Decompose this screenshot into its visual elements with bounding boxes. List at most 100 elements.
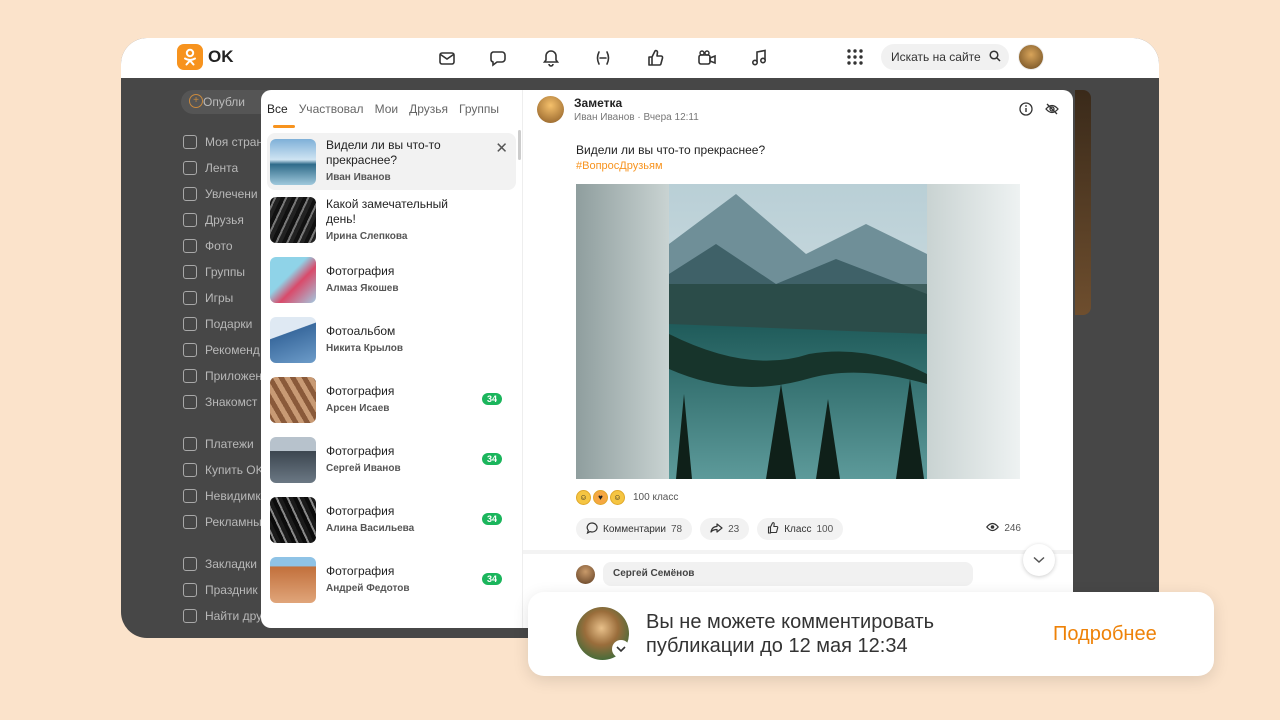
laugh-emoji-icon: ☺: [576, 490, 591, 505]
hide-icon[interactable]: [1045, 102, 1059, 121]
item-thumbnail: [270, 377, 316, 423]
sidebar-item[interactable]: Знакомст: [183, 389, 264, 415]
gifts-icon: [183, 317, 197, 331]
list-item[interactable]: Фотография Алина Васильева 34: [261, 490, 522, 550]
logo-text: OK: [208, 47, 234, 66]
tab-all[interactable]: Все: [261, 90, 295, 130]
comment-item: Сергей Семёнов: [576, 562, 973, 586]
bookmark-icon: [183, 557, 197, 571]
item-author: Ирина Слепкова: [326, 230, 408, 242]
sidebar-item[interactable]: Группы: [183, 259, 264, 285]
find-friends-icon: [183, 609, 197, 623]
discussion-list: Видели ли вы что-то прекраснее? Иван Иван…: [261, 130, 523, 628]
video-icon[interactable]: [695, 46, 719, 70]
sidebar-item[interactable]: Закладки: [183, 551, 264, 577]
tab-groups[interactable]: Группы: [453, 90, 504, 130]
recommend-icon: [183, 343, 197, 357]
sidebar-item[interactable]: Фото: [183, 233, 264, 259]
dating-icon: [183, 395, 197, 409]
list-scrollbar[interactable]: [518, 130, 521, 160]
tab-participated[interactable]: Участвовал: [293, 90, 369, 130]
list-item[interactable]: Фотоальбом Никита Крылов: [261, 310, 522, 370]
share-button[interactable]: 23: [700, 518, 750, 540]
post-author[interactable]: Иван Иванов: [574, 112, 635, 123]
search-input[interactable]: Искать на сайте: [881, 44, 1009, 70]
sidebar-item[interactable]: Невидимк: [183, 483, 264, 509]
discussions-icon[interactable]: [487, 46, 511, 70]
ok-logo[interactable]: OK: [177, 44, 234, 70]
comments-button[interactable]: Комментарии 78: [576, 518, 693, 540]
coin-icon: [183, 463, 197, 477]
post-actions: Комментарии 78 23 Класс 100: [576, 518, 844, 540]
scroll-down-button[interactable]: [1023, 544, 1055, 576]
tab-friends[interactable]: Друзья: [403, 90, 453, 130]
love-emoji-icon: ♥: [593, 490, 608, 505]
item-title: Какой замечательный день!: [326, 196, 448, 226]
sidebar-item[interactable]: Рекламны: [183, 509, 264, 535]
wow-emoji-icon: ☺: [610, 490, 625, 505]
sidebar-item[interactable]: Игры: [183, 285, 264, 311]
item-thumbnail: [270, 317, 316, 363]
sidebar-item[interactable]: Моя стран: [183, 129, 264, 155]
notifications-icon[interactable]: [539, 46, 563, 70]
info-icon[interactable]: [1019, 102, 1033, 121]
commenter-avatar[interactable]: [576, 564, 595, 584]
payments-icon: [183, 437, 197, 451]
apps-grid-icon[interactable]: [845, 47, 865, 67]
search-icon[interactable]: [989, 49, 1001, 65]
sidebar-item[interactable]: Найти дру: [183, 603, 264, 629]
likes-icon[interactable]: [643, 46, 667, 70]
list-item[interactable]: Фотография Алмаз Якошев: [261, 250, 522, 310]
item-title: Фотография: [326, 264, 395, 278]
music-icon[interactable]: [747, 46, 771, 70]
sidebar-item[interactable]: Купить OK: [183, 457, 264, 483]
more-link[interactable]: Подробнее: [1053, 623, 1157, 646]
sidebar-nav: Моя стран Лента Увлечени Друзья Фото Гру…: [183, 129, 264, 629]
post-modal: Все Участвовал Мои Друзья Группы Видели …: [261, 90, 1073, 628]
games-icon: [183, 291, 197, 305]
close-icon[interactable]: ✕: [495, 139, 508, 157]
list-item[interactable]: Фотография Андрей Федотов 34: [261, 550, 522, 610]
item-author: Алина Васильева: [326, 523, 415, 534]
item-thumbnail: [270, 257, 316, 303]
item-thumbnail: [270, 437, 316, 483]
post-text: Видели ли вы что-то прекраснее?: [576, 143, 766, 157]
mail-icon[interactable]: [435, 46, 459, 70]
reactions-count: 100 класс: [633, 492, 679, 503]
sidebar-item[interactable]: Платежи: [183, 431, 264, 457]
item-title: Фотография: [326, 384, 395, 398]
sidebar-item[interactable]: Подарки: [183, 311, 264, 337]
views-counter: 246: [986, 522, 1021, 535]
sidebar-item[interactable]: Рекоменд: [183, 337, 264, 363]
commenter-name[interactable]: Сергей Семёнов: [603, 562, 973, 586]
sidebar-item[interactable]: Увлечени: [183, 181, 264, 207]
ok-logo-icon: [177, 44, 203, 70]
reactions-summary[interactable]: ☺ ♥ ☺ 100 класс: [576, 490, 678, 505]
eye-icon: [986, 522, 1000, 535]
sidebar-item[interactable]: Лента: [183, 155, 264, 181]
post-hashtag[interactable]: #ВопросДрузьям: [576, 160, 765, 172]
sidebar-item[interactable]: Праздник: [183, 577, 264, 603]
feed-icon: [183, 161, 197, 175]
new-count-badge: 34: [481, 393, 502, 405]
author-avatar[interactable]: [537, 96, 564, 123]
list-item[interactable]: Фотография Сергей Иванов 34: [261, 430, 522, 490]
post-photo[interactable]: [576, 184, 1020, 479]
sidebar-item[interactable]: Друзья: [183, 207, 264, 233]
chevron-down-icon[interactable]: [612, 640, 630, 658]
like-button[interactable]: Класс 100: [757, 518, 844, 540]
post-type: Заметка: [574, 96, 623, 110]
tab-mine[interactable]: Мои: [369, 90, 404, 130]
list-item[interactable]: Видели ли вы что-то прекраснее? Иван Иван…: [267, 133, 516, 190]
item-author: Андрей Федотов: [326, 583, 410, 594]
list-item[interactable]: Какой замечательный день! Ирина Слепкова: [261, 190, 522, 250]
item-title: Фотография: [326, 564, 395, 578]
sidebar-item[interactable]: Приложен: [183, 363, 264, 389]
list-item[interactable]: Фотография Арсен Исаев 34: [261, 370, 522, 430]
item-author: Сергей Иванов: [326, 463, 401, 474]
views-count: 246: [1004, 523, 1021, 534]
user-avatar[interactable]: [1018, 44, 1044, 70]
invisible-icon: [183, 489, 197, 503]
item-thumbnail: [270, 497, 316, 543]
guests-icon[interactable]: [591, 46, 615, 70]
